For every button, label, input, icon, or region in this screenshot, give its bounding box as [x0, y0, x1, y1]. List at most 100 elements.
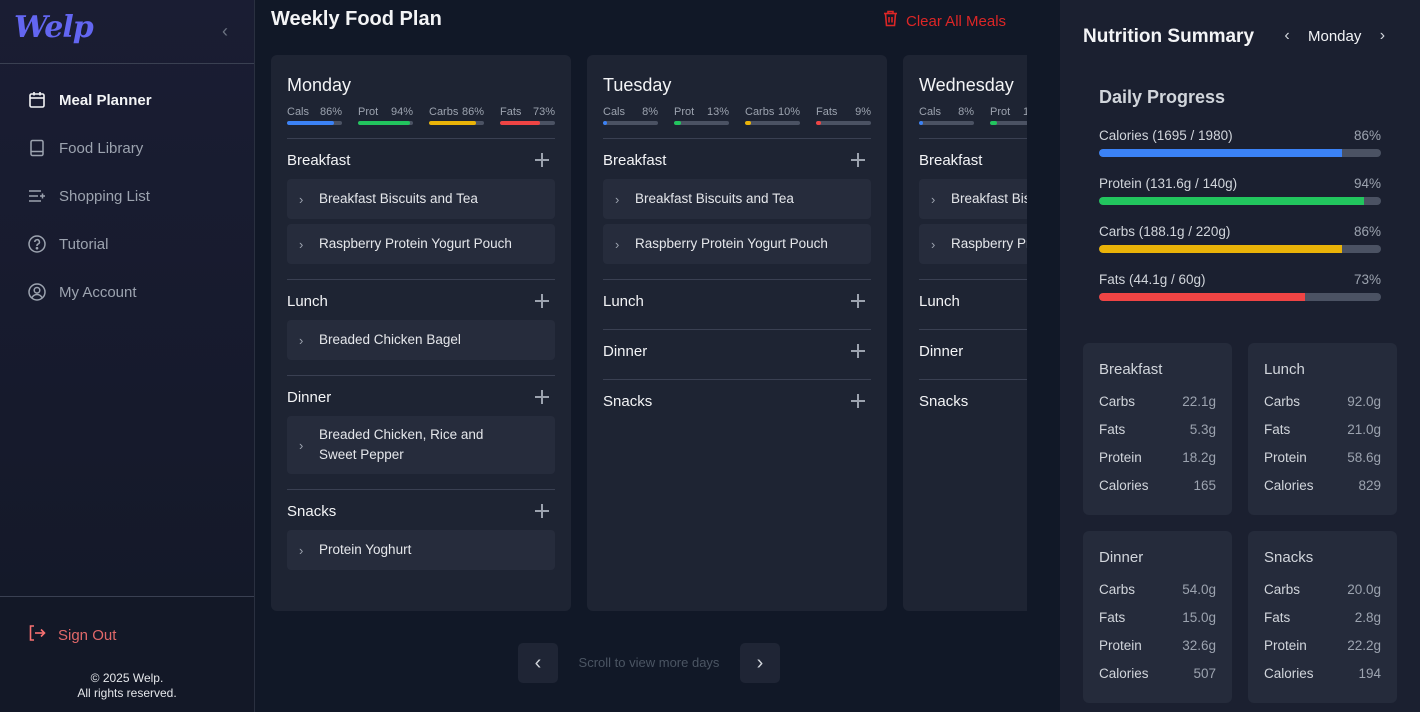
progress-percent: 94% [1353, 176, 1381, 191]
nutrient-row: Carbs 92.0g [1264, 388, 1381, 416]
add-meal-item-icon[interactable] [535, 153, 549, 167]
nutrient-value: 2.8g [1354, 610, 1381, 625]
macro-progress-bar [429, 121, 484, 125]
food-item[interactable]: › Breaded Chicken Bagel [287, 320, 555, 360]
sidebar-item-shopping-list[interactable]: Shopping List [0, 172, 254, 220]
app-logo[interactable]: Welp [14, 10, 94, 45]
food-item[interactable]: › Raspberry Protein Yogurt Pouch [919, 224, 1027, 264]
collapse-sidebar-button[interactable]: ‹ [216, 20, 234, 42]
add-meal-item-icon[interactable] [851, 394, 865, 408]
meal-label: Snacks [603, 392, 653, 410]
meal-section-lunch: Lunch [603, 279, 871, 329]
help-circle-icon [28, 235, 46, 253]
macro-label: Carbs [429, 106, 459, 118]
chevron-right-icon: › [615, 191, 620, 207]
food-item[interactable]: › Breaded Chicken, Rice and Sweet Pepper [287, 416, 555, 474]
meal-section-snacks: Snacks › Protein Yoghurt [287, 489, 555, 585]
nutrient-value: 194 [1358, 666, 1381, 681]
food-item-name: Breaded Chicken, Rice and Sweet Pepper [319, 427, 484, 462]
nutrient-row: Calories 165 [1099, 472, 1216, 500]
food-item[interactable]: › Breakfast Biscuits and Tea [287, 179, 555, 219]
add-meal-item-icon[interactable] [851, 344, 865, 358]
macro-label: Fats [500, 106, 522, 118]
food-item[interactable]: › Raspberry Protein Yogurt Pouch [287, 224, 555, 264]
macro-carbs: Carbs 10% [745, 106, 800, 125]
macro-prot: Prot 13% [674, 106, 729, 125]
nutrient-row: Carbs 20.0g [1264, 576, 1381, 604]
clear-all-meals-button[interactable]: Clear All Meals [883, 10, 1006, 32]
add-meal-item-icon[interactable] [535, 504, 549, 518]
chevron-right-icon: › [299, 191, 304, 207]
macro-progress-fill [358, 121, 410, 125]
selected-day: Monday [1308, 27, 1362, 45]
meal-label: Breakfast [919, 151, 983, 169]
sign-out-label: Sign Out [58, 627, 117, 644]
food-item[interactable]: › Raspberry Protein Yogurt Pouch [603, 224, 871, 264]
progress-bar [1099, 245, 1381, 253]
add-meal-item-icon[interactable] [535, 390, 549, 404]
nutrient-value: 22.1g [1182, 394, 1216, 409]
meal-label: Lunch [603, 292, 644, 310]
sidebar-item-meal-planner[interactable]: Meal Planner [0, 76, 254, 124]
logo-row: Welp ‹ [0, 0, 254, 64]
sidebar-item-my-account[interactable]: My Account [0, 268, 254, 316]
meal-label: Snacks [919, 392, 969, 410]
meal-section-dinner: Dinner [919, 329, 1027, 379]
nutrient-label: Fats [1264, 422, 1291, 437]
nutrient-label: Carbs [1099, 394, 1136, 409]
sidebar-nav: Meal Planner Food Library Shopping List … [0, 76, 254, 316]
day-switcher: ‹ Monday › [1278, 27, 1391, 45]
nutrient-row: Fats 21.0g [1264, 416, 1381, 444]
macro-label: Cals [287, 106, 310, 118]
food-item[interactable]: › Breakfast Biscuits and Tea [919, 179, 1027, 219]
nutrient-row: Calories 194 [1264, 660, 1381, 688]
macro-progress-fill [674, 121, 682, 125]
nutrient-value: 58.6g [1347, 450, 1381, 465]
day-card: Monday Cals 86% Prot 94% Carbs 86% Fats 73% … [271, 55, 571, 611]
macro-progress-fill [429, 121, 477, 125]
daily-progress-item: Calories (1695 / 1980) 86% [1099, 128, 1381, 176]
macro-progress-bar [919, 121, 974, 125]
nutrient-row: Fats 2.8g [1264, 604, 1381, 632]
next-day-button[interactable]: › [1373, 27, 1391, 45]
macro-cals: Cals 8% [603, 106, 658, 125]
sidebar-item-food-library[interactable]: Food Library [0, 124, 254, 172]
list-add-icon [28, 187, 46, 205]
nutrient-row: Calories 829 [1264, 472, 1381, 500]
nutrient-value: 54.0g [1182, 582, 1216, 597]
prev-day-button[interactable]: ‹ [1278, 27, 1296, 45]
chevron-right-icon: › [299, 542, 304, 558]
scroll-next-button[interactable]: › [740, 643, 780, 683]
food-item-name: Raspberry Protein Yogurt Pouch [635, 236, 828, 251]
add-meal-item-icon[interactable] [535, 294, 549, 308]
user-circle-icon [28, 283, 46, 301]
macro-label: Cals [603, 106, 626, 118]
progress-percent: 86% [1353, 128, 1381, 143]
food-item[interactable]: › Breakfast Biscuits and Tea [603, 179, 871, 219]
nutrient-row: Carbs 22.1g [1099, 388, 1216, 416]
meal-summary-title: Snacks [1264, 549, 1314, 566]
copyright-line-2: All rights reserved. [77, 686, 177, 700]
daily-progress-item: Carbs (188.1g / 220g) 86% [1099, 224, 1381, 272]
macro-progress-fill [745, 121, 751, 125]
macro-percent: 13% [1022, 106, 1027, 118]
chevron-right-icon: › [299, 437, 304, 453]
trash-icon [883, 10, 898, 32]
add-meal-item-icon[interactable] [851, 153, 865, 167]
sidebar-item-tutorial[interactable]: Tutorial [0, 220, 254, 268]
meal-section-breakfast: Breakfast › Breakfast Biscuits and Tea › Ras… [919, 138, 1027, 279]
days-scroller[interactable]: Monday Cals 86% Prot 94% Carbs 86% Fats 73% … [271, 55, 1027, 611]
day-name: Monday [287, 75, 352, 95]
macro-progress-fill [500, 121, 541, 125]
sign-out-button[interactable]: Sign Out [28, 624, 116, 647]
add-meal-item-icon[interactable] [851, 294, 865, 308]
meal-section-lunch: Lunch › Breaded Chicken Bagel [287, 279, 555, 375]
food-item[interactable]: › Protein Yoghurt [287, 530, 555, 570]
macro-progress-fill [603, 121, 608, 125]
day-macros: Cals 86% Prot 94% Carbs 86% Fats 73% [287, 106, 555, 125]
macro-percent: 8% [958, 106, 974, 118]
sidebar-item-label: Shopping List [59, 187, 150, 205]
meal-summary-card-breakfast: Breakfast Carbs 22.1g Fats 5.3g Protein 18.2g C… [1083, 343, 1232, 515]
scroll-prev-button[interactable]: ‹ [518, 643, 558, 683]
progress-label: Calories (1695 / 1980) [1099, 128, 1233, 143]
